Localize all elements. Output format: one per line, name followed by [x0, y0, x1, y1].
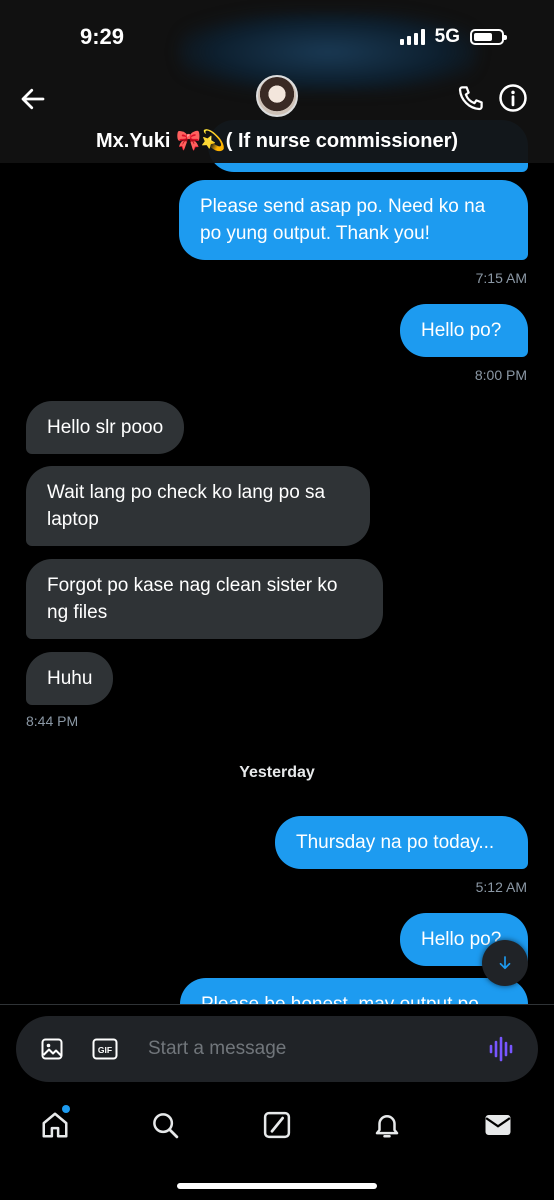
- search-icon[interactable]: [150, 1110, 180, 1140]
- info-icon[interactable]: [498, 83, 528, 113]
- message-bubble-sent[interactable]: Hello po?: [400, 304, 528, 357]
- message-bubble-received[interactable]: Forgot po kase nag clean sister ko ng fi…: [26, 559, 383, 639]
- phone-icon[interactable]: [456, 83, 486, 113]
- signal-icon: [399, 29, 425, 45]
- messages-icon[interactable]: [483, 1110, 513, 1140]
- notifications-icon[interactable]: [372, 1110, 402, 1140]
- message-bubble-received[interactable]: Huhu: [26, 652, 114, 705]
- gif-label: GIF: [98, 1045, 112, 1055]
- message-bubble-sent[interactable]: Please send asap po. Need ko na po yung …: [179, 180, 528, 260]
- status-time: 9:29: [80, 24, 125, 49]
- battery-icon: [470, 29, 507, 45]
- arrow-down-icon: [499, 956, 511, 970]
- message-bubble-received[interactable]: Wait lang po check ko lang po sa laptop: [26, 466, 370, 546]
- date-separator: Yesterday: [239, 764, 315, 781]
- gif-icon[interactable]: GIF: [92, 1037, 118, 1061]
- voice-message-icon[interactable]: [488, 1036, 516, 1062]
- home-indicator: [177, 1183, 377, 1189]
- scroll-to-bottom-button[interactable]: [482, 940, 528, 986]
- blurred-notification: [178, 12, 478, 92]
- message-input[interactable]: Start a message: [148, 1038, 286, 1060]
- message-timestamp: 8:00 PM: [474, 367, 527, 383]
- home-icon[interactable]: [40, 1110, 70, 1140]
- back-arrow-icon[interactable]: [18, 84, 48, 114]
- message-bubble-received[interactable]: Hello slr pooo: [26, 401, 185, 454]
- message-bubble-sent[interactable]: Thursday na po today...: [275, 816, 528, 869]
- message-timestamp: 7:15 AM: [475, 270, 527, 286]
- network-label: 5G: [434, 26, 460, 47]
- contact-name[interactable]: Mx.Yuki 🎀💫( If nurse commissioner): [0, 128, 554, 153]
- message-timestamp: 5:12 AM: [475, 879, 527, 895]
- notification-dot: [62, 1105, 70, 1113]
- grok-icon[interactable]: [262, 1110, 292, 1140]
- status-indicators: 5G: [399, 26, 507, 48]
- avatar[interactable]: [256, 75, 298, 117]
- image-icon[interactable]: [40, 1037, 64, 1061]
- message-timestamp: 8:44 PM: [26, 713, 79, 729]
